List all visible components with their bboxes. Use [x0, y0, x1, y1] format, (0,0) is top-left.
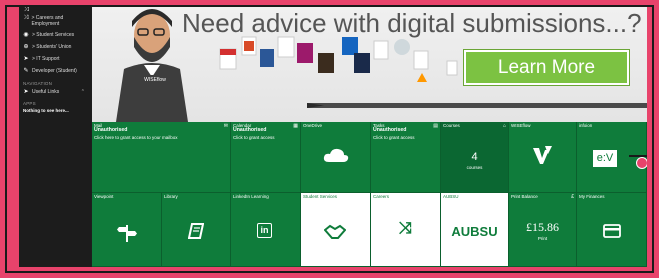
tile-title: Print Balance	[511, 194, 538, 199]
tasks-icon: ▤	[433, 123, 438, 129]
tile-hint: Click to grant access	[373, 135, 415, 140]
tile-status: Unauthorised	[233, 127, 267, 133]
tile-hint: Click here to grant access to your mailb…	[94, 135, 178, 140]
sidebar-item-label: Useful Links	[32, 89, 60, 95]
tile-title: OneDrive	[303, 123, 323, 128]
tile-student-services[interactable]: Student Services	[301, 193, 371, 267]
tile-status: Unauthorised	[373, 127, 407, 133]
tile-calendar[interactable]: Calendar Unauthorised Click to grant acc…	[231, 122, 301, 193]
tile-wiseflow[interactable]: WISEflow	[509, 122, 577, 193]
sidebar-item-developer[interactable]: ✎ Developer (Student)	[23, 68, 77, 74]
tile-title: Student Services	[303, 194, 338, 199]
handshake-icon	[324, 224, 346, 239]
sidebar-item-it-support[interactable]: ➤ > IT Support	[23, 56, 60, 62]
signpost-icon	[117, 225, 137, 242]
tile-title: My Finances	[579, 194, 605, 199]
cloud-icon	[323, 148, 349, 162]
portal-app: ⤨ ⤨ > Careers and Employment ◉ > Student…	[19, 7, 647, 267]
file-icons-cluster-icon	[219, 36, 458, 82]
tile-viewpoint[interactable]: Viewpoint	[92, 193, 162, 267]
sidebar-item-top[interactable]: ⤨	[23, 7, 29, 13]
annotation-marker	[636, 157, 647, 169]
wiseflow-logo-icon	[533, 146, 552, 164]
tile-my-finances[interactable]: My Finances	[577, 193, 647, 267]
learn-more-button[interactable]: Learn More	[464, 50, 629, 85]
promo-banner[interactable]: WISEflow Need advice with digital submis…	[92, 7, 647, 122]
banner-title: Need advice with digital submissions...?	[182, 8, 642, 38]
tile-careers[interactable]: Careers ⤨	[371, 193, 441, 267]
sidebar-item-students-union[interactable]: ⊕ > Students' Union	[23, 44, 71, 50]
tile-hint: Click to grant access	[233, 135, 275, 140]
courses-count: 4	[471, 151, 478, 163]
tile-title: LinkedIn Learning	[233, 194, 269, 199]
tile-title: Courses	[443, 123, 460, 128]
print-balance-unit: Print	[537, 236, 548, 241]
print-balance-amount: £15.86	[526, 220, 559, 234]
annotation-line	[629, 155, 647, 157]
sidebar-item-label: Developer (Student)	[32, 68, 77, 74]
tile-courses[interactable]: Courses ⌂ 4 courses	[441, 122, 509, 193]
linkedin-icon: in	[257, 223, 272, 238]
sidebar-item-useful-links[interactable]: ➤ Useful Links	[23, 89, 59, 95]
tile-title: Careers	[373, 194, 390, 199]
tile-infoion[interactable]: infoion e:V	[577, 122, 647, 193]
tile-print-balance[interactable]: Print Balance £ £15.86 Print	[509, 193, 577, 267]
sidebar-item-careers[interactable]: ⤨ > Careers and Employment	[23, 15, 87, 27]
shuffle-icon: ⤨	[23, 7, 29, 13]
tile-onedrive[interactable]: OneDrive	[301, 122, 371, 193]
shuffle-icon: ⤨	[399, 220, 412, 237]
tile-title: WISEflow	[511, 123, 531, 128]
pencil-icon: ✎	[23, 68, 29, 74]
sidebar-item-label: > Student Services	[32, 32, 75, 38]
sidebar-item-label: > Students' Union	[32, 44, 72, 50]
tile-aubsu[interactable]: AUBSU AUBSU	[441, 193, 509, 267]
apps-empty-text: Nothing to see here...	[23, 108, 69, 113]
credit-card-icon	[603, 224, 621, 238]
tile-title: AUBSU	[443, 194, 459, 199]
tile-mail[interactable]: Mail Unauthorised Click here to grant ac…	[92, 122, 231, 193]
eye-icon: ◉	[23, 32, 29, 38]
pointer-icon: ➤	[23, 89, 29, 95]
sidebar: ⤨ ⤨ > Careers and Employment ◉ > Student…	[19, 7, 91, 267]
shirt-logo: WISEflow	[132, 75, 178, 85]
tile-status: Unauthorised	[94, 127, 128, 133]
mail-icon: ✉	[223, 123, 228, 129]
tile-linkedin-learning[interactable]: LinkedIn Learning in	[231, 193, 301, 267]
infoion-logo-icon: e:V	[593, 150, 617, 167]
aubsu-logo: AUBSU	[451, 224, 498, 239]
chevron-up-icon[interactable]: ⌃	[81, 89, 85, 95]
sidebar-item-label: > Careers and Employment	[31, 15, 64, 27]
tile-title: Library	[164, 194, 178, 199]
pointer-icon: ➤	[23, 56, 29, 62]
screenshot-frame: ⤨ ⤨ > Careers and Employment ◉ > Student…	[5, 5, 654, 273]
pound-icon: £	[571, 194, 574, 200]
tile-library[interactable]: Library	[162, 193, 231, 267]
sidebar-item-student-services[interactable]: ◉ > Student Services	[23, 32, 74, 38]
navigation-heading: NAVIGATION	[23, 81, 53, 86]
calendar-icon: ▦	[293, 123, 298, 129]
university-icon: ⌂	[502, 123, 506, 129]
shuffle-icon: ⤨	[23, 15, 29, 21]
pointer-icon: ⊕	[23, 44, 29, 50]
apps-heading: APPS	[23, 101, 36, 106]
courses-unit: courses	[466, 165, 483, 170]
sidebar-item-label: > IT Support	[32, 56, 60, 62]
book-icon	[188, 223, 204, 239]
person-illustration-icon	[116, 9, 188, 122]
tile-tasks[interactable]: Tasks Unauthorised Click to grant access…	[371, 122, 441, 193]
tile-title: infoion	[579, 123, 593, 128]
tile-title: Viewpoint	[94, 194, 114, 199]
